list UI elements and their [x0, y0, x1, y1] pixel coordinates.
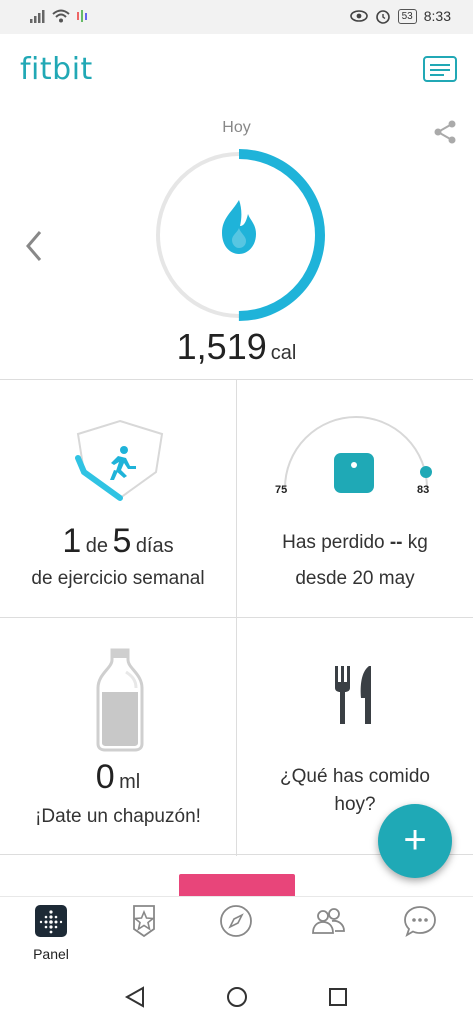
weight-arc-gauge	[284, 416, 432, 493]
calories-hero: Hoy 1,519 cal	[0, 108, 473, 378]
water-unit: ml	[119, 771, 141, 793]
system-nav-bar	[0, 960, 473, 1024]
exercise-of-word: de	[85, 535, 108, 557]
nav-messages[interactable]	[380, 903, 460, 944]
calories-readout: 1,519 cal	[0, 326, 473, 368]
alarm-icon	[375, 10, 390, 24]
exercise-days-count: 1	[62, 522, 82, 560]
water-tile[interactable]: 0 ml ¡Date un chapuzón!	[0, 618, 236, 855]
weight-goal-value: 83	[417, 484, 430, 496]
fitbit-logo: fitbit	[20, 52, 93, 87]
clock: 8:33	[423, 8, 451, 24]
star-badge-icon	[132, 905, 156, 938]
exercise-days-word: días	[135, 535, 174, 557]
weight-tile[interactable]: 75 83 Has perdido -- kg desde 20 may	[237, 380, 473, 617]
bottom-nav: Panel	[0, 896, 473, 962]
dashboard-icon	[35, 905, 67, 937]
previous-day-arrow-icon[interactable]	[22, 226, 46, 266]
water-bottle-icon	[96, 648, 144, 752]
battery-indicator: 53	[397, 8, 417, 24]
water-label: ¡Date un chapuzón!	[35, 806, 201, 827]
calories-progress-ring[interactable]	[152, 148, 326, 322]
add-fab-button[interactable]: +	[378, 804, 452, 878]
exercise-pentagon-icon	[75, 419, 164, 501]
dashboard-tiles: 1 de 5 días de ejercicio semanal 75 83 H…	[0, 379, 473, 856]
weight-prefix: Has perdido	[282, 532, 385, 553]
data-activity-icon	[77, 10, 87, 22]
eye-comfort-icon	[349, 10, 368, 22]
food-line1: ¿Qué has comido	[280, 766, 430, 787]
pink-banner-button[interactable]	[179, 874, 295, 896]
nav-challenges[interactable]	[104, 903, 184, 944]
nav-discover[interactable]	[196, 903, 276, 944]
nav-community[interactable]	[288, 903, 368, 944]
share-icon[interactable]	[431, 118, 459, 146]
fork-knife-icon	[335, 666, 371, 724]
exercise-label: de ejercicio semanal	[31, 568, 205, 589]
nav-dashboard[interactable]: Panel	[11, 903, 91, 962]
compass-icon	[220, 905, 252, 937]
status-bar: 53 8:33	[0, 0, 473, 34]
profile-card-icon[interactable]	[423, 56, 457, 82]
friends-icon	[312, 908, 345, 934]
weight-value: --	[389, 532, 403, 553]
app-bar: fitbit	[0, 34, 473, 108]
weight-line1: Has perdido -- kg	[237, 532, 473, 554]
system-back-icon[interactable]	[124, 986, 146, 1008]
water-value: 0	[95, 758, 115, 796]
weight-since-label: desde 20 may	[295, 568, 415, 589]
exercise-days-goal: 5	[112, 522, 132, 560]
date-label: Hoy	[222, 119, 251, 136]
calories-value: 1,519	[176, 326, 267, 367]
exercise-tile[interactable]: 1 de 5 días de ejercicio semanal	[0, 380, 236, 617]
weight-start-value: 75	[275, 484, 288, 496]
system-recents-icon[interactable]	[328, 987, 348, 1007]
chat-bubble-icon	[404, 906, 436, 937]
wifi-icon	[52, 9, 70, 23]
weight-unit: kg	[407, 532, 428, 553]
signal-icon	[30, 10, 45, 23]
system-home-icon[interactable]	[226, 986, 248, 1008]
calories-unit: cal	[270, 342, 297, 364]
